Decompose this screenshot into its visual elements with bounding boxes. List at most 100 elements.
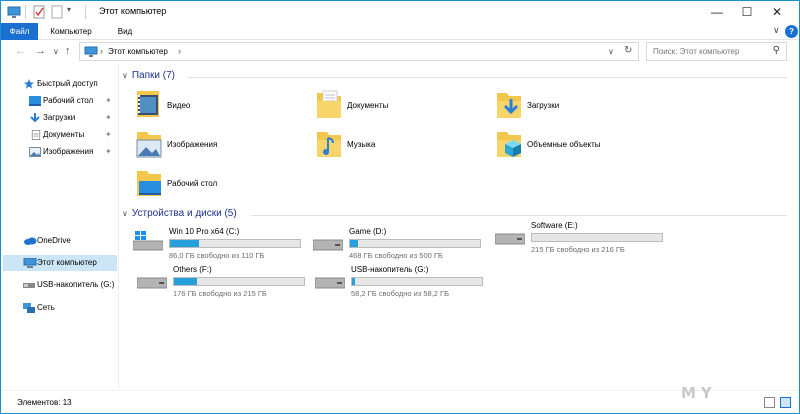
sidebar-item-desktop[interactable]: Рабочий стол ✦ (7, 93, 117, 109)
window-title: Этот компьютер (99, 6, 167, 16)
drive-usage-fill (174, 278, 197, 285)
sidebar-item-label: Рабочий стол (43, 96, 94, 105)
drive-usage-bar (351, 277, 483, 286)
drive-g[interactable]: USB-накопитель (G:) 58,2 ГБ свободно из … (315, 265, 505, 299)
drive-usage-fill (352, 278, 355, 285)
group-title: Устройства и диски (5) (131, 208, 237, 219)
star-icon (24, 79, 34, 89)
folder-music[interactable]: Музыка (315, 128, 495, 164)
drive-free-space: 58,2 ГБ свободно из 58,2 ГБ (351, 289, 450, 298)
pin-icon: ✦ (105, 147, 112, 156)
ribbon-tabs: Файл Компьютер Вид ∨ ? (1, 23, 799, 40)
drive-f[interactable]: Others (F:) 176 ГБ свободно из 215 ГБ (137, 265, 327, 299)
desktop-folder-icon (137, 171, 161, 196)
explorer-window: ▾ Этот компьютер — ☐ ✕ Файл Компьютер Ви… (0, 0, 800, 414)
drive-name: Win 10 Pro x64 (C:) (169, 227, 240, 236)
sidebar-item-label: Документы (43, 130, 85, 139)
tab-file[interactable]: Файл (1, 23, 38, 40)
sidebar-item-network[interactable]: Сеть (7, 300, 117, 316)
address-separator-icon[interactable]: › (178, 46, 181, 56)
search-input[interactable]: Поиск: Этот компьютер ⚲ (646, 42, 787, 61)
search-icon[interactable]: ⚲ (773, 45, 780, 56)
folder-downloads[interactable]: Загрузки (495, 89, 675, 125)
drive-name: Software (E:) (531, 221, 578, 230)
folder-3d-objects[interactable]: Объемные объекты (495, 128, 675, 164)
address-bar[interactable]: › Этот компьютер › ∨ ↻ (79, 42, 639, 61)
drive-free-space: 468 ГБ свободно из 500 ГБ (349, 251, 443, 260)
sidebar-item-documents[interactable]: Документы ✦ (7, 127, 117, 143)
sidebar-item-usb[interactable]: USB-накопитель (G:) (7, 277, 117, 293)
back-button[interactable]: ← (15, 45, 26, 57)
tab-view[interactable]: Вид (111, 23, 139, 40)
status-bar: Элементов: 13 (1, 390, 799, 413)
watermark: MY (681, 384, 717, 402)
title-bar: ▾ Этот компьютер — ☐ ✕ (1, 1, 799, 23)
address-dropdown-button[interactable]: ∨ (608, 47, 614, 56)
drive-name: USB-накопитель (G:) (351, 265, 429, 274)
help-icon[interactable]: ? (785, 25, 798, 38)
pictures-icon (29, 147, 41, 157)
pictures-folder-icon (136, 132, 162, 158)
drive-free-space: 86,0 ГБ свободно из 110 ГБ (169, 251, 265, 260)
properties-icon[interactable] (33, 5, 45, 19)
tab-computer[interactable]: Компьютер (45, 23, 97, 40)
usb-drive-icon (315, 277, 345, 289)
close-button[interactable]: ✕ (763, 1, 791, 23)
documents-icon (31, 130, 41, 140)
sidebar-item-pictures[interactable]: Изображения ✦ (7, 144, 117, 160)
quick-access-dropdown[interactable]: ▾ (67, 5, 71, 19)
refresh-button[interactable]: ↻ (624, 45, 632, 56)
downloads-icon (30, 113, 40, 123)
sidebar-item-label: Быстрый доступ (37, 79, 98, 88)
sidebar-item-this-pc[interactable]: Этот компьютер (3, 255, 117, 271)
usb-drive-icon (23, 283, 35, 288)
large-icons-view-icon[interactable] (780, 397, 791, 408)
up-button[interactable]: ↑ (65, 45, 71, 57)
details-view-icon[interactable] (764, 397, 775, 408)
downloads-folder-icon (497, 93, 521, 118)
folder-videos[interactable]: Видео (135, 89, 315, 125)
drive-usage-bar (173, 277, 305, 286)
drive-d[interactable]: Game (D:) 468 ГБ свободно из 500 ГБ (313, 227, 503, 261)
music-folder-icon (317, 132, 341, 157)
folder-documents[interactable]: Документы (315, 89, 495, 125)
sidebar-item-label: Изображения (43, 147, 94, 156)
address-path[interactable]: Этот компьютер (108, 47, 168, 56)
drive-usage-bar (531, 233, 663, 242)
folder-desktop[interactable]: Рабочий стол (135, 167, 315, 203)
sidebar-item-quick-access[interactable]: Быстрый доступ (7, 76, 117, 92)
group-title: Папки (7) (131, 70, 175, 81)
onedrive-icon (24, 237, 37, 245)
sidebar-item-onedrive[interactable]: OneDrive (7, 233, 117, 249)
drive-name: Game (D:) (349, 227, 387, 236)
hdd-icon (313, 239, 343, 251)
ribbon-expand-icon[interactable]: ∨ (773, 25, 780, 36)
recent-locations-button[interactable]: ∨ (53, 47, 59, 56)
computer-icon (84, 46, 98, 57)
drive-usage-bar (349, 239, 481, 248)
forward-button[interactable]: → (35, 45, 46, 57)
navigation-pane: Быстрый доступ Рабочий стол ✦ Загрузки ✦… (1, 64, 119, 390)
hdd-icon (137, 277, 167, 289)
minimize-button[interactable]: — (703, 1, 731, 23)
drive-e[interactable]: Software (E:) 215 ГБ свободно из 216 ГБ (495, 221, 685, 255)
folder-pictures[interactable]: Изображения (135, 128, 315, 164)
drive-usage-fill (170, 240, 199, 247)
computer-icon (23, 258, 37, 268)
drive-name: Others (F:) (173, 265, 212, 274)
drive-usage-bar (169, 239, 301, 248)
computer-icon (7, 6, 21, 18)
search-placeholder: Поиск: Этот компьютер (653, 47, 740, 56)
maximize-button[interactable]: ☐ (733, 1, 761, 23)
3d-objects-folder-icon (497, 132, 521, 157)
sidebar-item-label: USB-накопитель (G:) (37, 280, 115, 289)
drive-c[interactable]: Win 10 Pro x64 (C:) 86,0 ГБ свободно из … (133, 227, 323, 261)
sidebar-item-downloads[interactable]: Загрузки ✦ (7, 110, 117, 126)
new-folder-icon[interactable] (51, 5, 63, 19)
folder-label: Изображения (167, 140, 218, 149)
drive-free-space: 176 ГБ свободно из 215 ГБ (173, 289, 267, 298)
folders-group-header[interactable]: ∨ Папки (7) (122, 70, 175, 84)
devices-group-header[interactable]: ∨ Устройства и диски (5) (122, 208, 237, 222)
sidebar-item-label: Этот компьютер (37, 258, 97, 267)
address-separator-icon: › (100, 46, 103, 56)
